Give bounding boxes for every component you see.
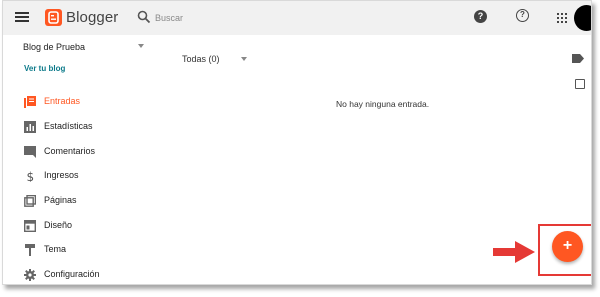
svg-text:$: $ [27,170,35,182]
search-input[interactable] [155,9,455,27]
new-post-button[interactable]: + [552,231,583,262]
chevron-down-icon[interactable] [138,44,144,48]
sidebar-item-label: Comentarios [44,146,96,156]
comment-icon [24,146,36,158]
posts-filter-dropdown[interactable]: Todas (0) [182,54,220,64]
sidebar-item-label: Configuración [44,269,100,279]
sidebar-item-layout[interactable]: Diseño [3,215,163,237]
help-outline-icon[interactable]: ? [516,9,529,22]
help-icon[interactable]: ? [474,10,487,23]
blog-selector[interactable]: Blog de Prueba [23,42,85,52]
stats-icon [24,121,36,133]
pages-icon [24,195,36,207]
search-icon[interactable] [137,10,151,24]
apps-grid-icon[interactable] [557,13,567,23]
sidebar-item-stats[interactable]: Estadísticas [3,116,163,138]
view-blog-link[interactable]: Ver tu blog [24,64,65,73]
layout-icon [24,220,36,232]
sidebar-item-comments[interactable]: Comentarios [3,141,163,163]
blogger-window: Blogger ? ? Blog de Prueba Ver tu blog E… [2,0,592,285]
blogger-logo-icon[interactable] [45,9,62,26]
sidebar-item-label: Entradas [44,96,81,106]
sidebar-item-theme[interactable]: Tema [3,239,163,261]
sidebar-item-settings[interactable]: Configuración [3,264,163,284]
hamburger-menu-icon[interactable] [15,11,29,23]
sidebar-item-label: Ingresos [44,170,79,180]
sidebar-item-label: Páginas [44,195,77,205]
select-all-checkbox[interactable] [575,79,585,89]
sidebar-item-label: Estadísticas [44,121,93,131]
avatar[interactable] [574,5,591,31]
empty-state-message: No hay ninguna entrada. [336,99,430,109]
dollar-icon: $ [27,170,35,182]
gear-icon [24,269,36,281]
posts-icon [24,96,36,108]
annotation-arrow-icon [493,241,535,263]
top-bar: Blogger ? ? [3,1,591,35]
sidebar-item-earnings[interactable]: $ Ingresos [3,165,163,187]
paint-roller-icon [25,244,35,256]
sidebar-item-posts[interactable]: Entradas [3,91,163,113]
sidebar-item-label: Tema [44,244,67,254]
sidebar-item-pages[interactable]: Páginas [3,190,163,212]
label-tag-icon[interactable] [572,54,584,63]
brand-name[interactable]: Blogger [66,9,118,26]
sidebar-item-label: Diseño [44,220,73,230]
chevron-down-icon[interactable] [241,57,247,61]
